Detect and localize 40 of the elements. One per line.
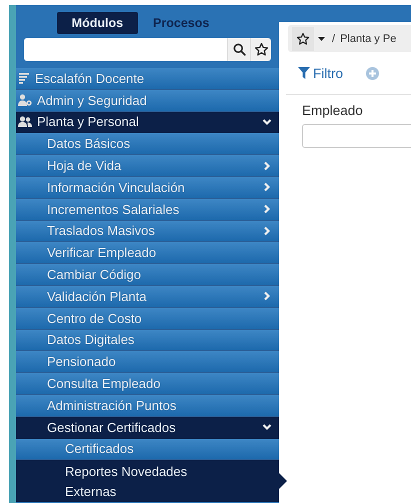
menu-item[interactable]: Incrementos Salariales <box>16 198 279 221</box>
user-gear-icon <box>18 94 32 106</box>
menu-item[interactable]: Consulta Empleado <box>16 373 279 395</box>
menu-item[interactable]: Certificados <box>16 438 279 460</box>
list-icon <box>18 72 30 84</box>
chevron-down-icon <box>262 422 272 432</box>
menu-item[interactable]: Datos Digitales <box>16 330 279 352</box>
menu-item[interactable]: Centro de Costo <box>16 308 279 330</box>
menu-item[interactable]: Traslados Masivos <box>16 220 279 242</box>
menu-item[interactable]: Reportes Novedades Externas <box>16 460 279 502</box>
chevron-down-icon <box>262 116 272 127</box>
filter-button[interactable]: Filtro <box>286 66 343 80</box>
search-icon[interactable] <box>227 38 250 61</box>
menu-item[interactable]: Planta y Personal <box>16 112 279 134</box>
menu-item[interactable]: Hoja de Vida <box>16 155 279 177</box>
chevron-right-icon <box>262 204 272 214</box>
menu-item[interactable]: Validación Planta <box>16 286 279 308</box>
menu-item[interactable]: Verificar Empleado <box>16 242 279 264</box>
module-tab[interactable]: Módulos <box>56 12 138 34</box>
menu-item[interactable]: Administración Puntos <box>16 394 279 417</box>
menu-item[interactable]: Datos Básicos <box>16 133 279 156</box>
module-tab[interactable]: Procesos <box>138 12 224 34</box>
caret-icon[interactable] <box>318 36 325 40</box>
menu-item[interactable]: Cambiar Código <box>16 264 279 286</box>
menu-item[interactable]: Escalafón Docente <box>16 68 279 90</box>
menu-item[interactable]: Información Vinculación <box>16 176 279 199</box>
chevron-right-icon <box>262 160 272 171</box>
chevron-right-icon <box>262 182 272 192</box>
chevron-right-icon <box>262 226 272 236</box>
search-field[interactable] <box>24 38 227 61</box>
breadcrumb-link[interactable]: Planta y Pe <box>340 32 396 44</box>
chevron-right-icon <box>262 291 272 302</box>
menu-item[interactable]: Pensionado <box>16 351 279 374</box>
breadcrumb-separator: / <box>332 32 336 44</box>
field-label: Empleado <box>302 103 364 118</box>
employee-input[interactable] <box>302 124 411 148</box>
menu-item[interactable]: Admin y Seguridad <box>16 90 279 112</box>
filter-icon <box>298 67 310 79</box>
users-icon <box>18 116 32 128</box>
menu-item[interactable]: Gestionar Certificados <box>16 416 279 439</box>
